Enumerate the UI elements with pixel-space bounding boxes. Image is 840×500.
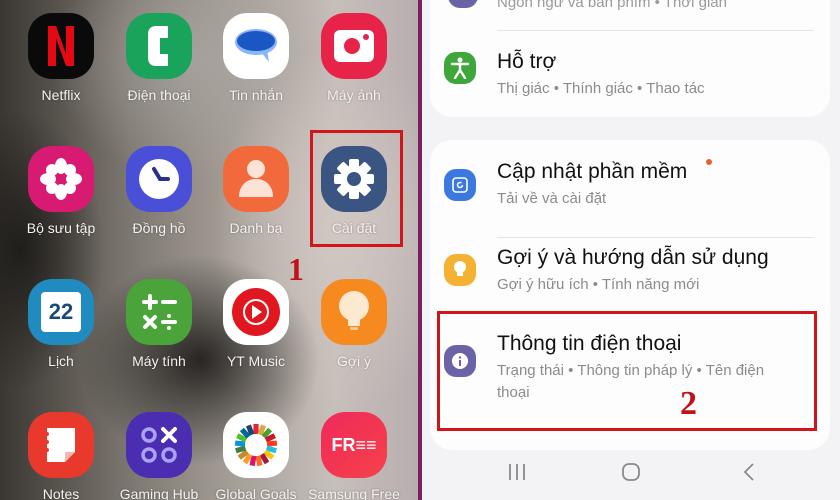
gallery-icon <box>28 146 94 212</box>
step-label-2: 2 <box>680 385 697 422</box>
app-label: Global Goals <box>215 486 297 500</box>
app-global-goals[interactable]: Global Goals <box>210 412 302 500</box>
phone-icon <box>126 13 192 79</box>
item-subtitle: Tải về và cài đặt <box>497 190 607 207</box>
step-label-1: 1 <box>288 251 304 287</box>
app-label: Gợi ý <box>336 353 372 369</box>
sdg-wheel <box>234 424 278 467</box>
app-label: Danh bạ <box>229 220 283 236</box>
app-tips[interactable]: Gợi ý <box>308 279 400 369</box>
app-label: Samsung Free <box>308 486 400 500</box>
settings-item-accessibility[interactable]: Hỗ trợ Thị giác • Thính giác • Thao tác <box>430 40 830 110</box>
yt-music-icon <box>223 279 289 345</box>
app-calendar[interactable]: 22 Lịch <box>15 279 107 369</box>
global-goals-icon <box>223 412 289 478</box>
tips-icon <box>444 254 476 286</box>
contacts-icon <box>223 146 289 212</box>
sdg-segment <box>266 440 278 447</box>
item-subtitle: Gợi ý hữu ích • Tính năng mới <box>497 276 700 293</box>
samsung-free-icon: FR≡≡ <box>321 412 387 478</box>
calendar-icon: 22 <box>28 279 94 345</box>
item-title: Hỗ trợ <box>497 50 557 73</box>
gaming-hub-icon <box>126 412 192 478</box>
app-camera[interactable]: Máy ảnh <box>308 13 400 103</box>
tips-bulb-icon <box>321 279 387 345</box>
settings-panel: Ngôn ngữ và bàn phím • Thời gian Hỗ trợ … <box>422 0 840 500</box>
app-yt-music[interactable]: YT Music <box>210 279 302 369</box>
item-title: Gợi ý và hướng dẫn sử dụng <box>497 246 769 269</box>
app-label: Lịch <box>48 353 74 369</box>
settings-card-general: Ngôn ngữ và bàn phím • Thời gian Hỗ trợ … <box>430 0 830 117</box>
app-calculator[interactable]: Máy tính <box>113 279 205 369</box>
item-subtitle: Thị giác • Thính giác • Thao tác <box>497 80 705 97</box>
app-notes[interactable]: Notes <box>15 412 107 500</box>
app-contacts[interactable]: Danh bạ <box>210 146 302 236</box>
samsung-free-glyph: FR≡≡ <box>331 434 377 455</box>
app-label: Máy tính <box>132 353 186 369</box>
app-label: Notes <box>42 486 80 500</box>
netflix-icon <box>28 13 94 79</box>
home-screen-panel: Netflix Điện thoại Tin nhắn Máy ảnh Bộ s… <box>0 0 418 500</box>
app-label: Netflix <box>41 87 81 103</box>
sdg-segment <box>253 424 259 434</box>
app-label: Tin nhắn <box>229 87 283 103</box>
highlight-box-about-phone <box>437 311 817 431</box>
messages-icon <box>223 13 289 79</box>
app-label: Điện thoại <box>127 87 191 103</box>
recents-button[interactable] <box>497 454 537 490</box>
app-clock[interactable]: Đồng hồ <box>113 146 205 236</box>
recents-icon <box>509 464 525 480</box>
settings-item-software-update[interactable]: Cập nhật phần mềm Tải về và cài đặt <box>430 140 830 220</box>
calendar-date: 22 <box>41 292 81 332</box>
app-label: Gaming Hub <box>119 486 199 500</box>
app-label: Máy ảnh <box>327 87 381 103</box>
settings-item-tips[interactable]: Gợi ý và hướng dẫn sử dụng Gợi ý hữu ích… <box>430 238 830 318</box>
app-netflix[interactable]: Netflix <box>15 13 107 103</box>
app-gallery[interactable]: Bộ sưu tập <box>15 146 107 236</box>
app-label: Đồng hồ <box>132 220 186 236</box>
update-dot-badge <box>706 159 712 165</box>
accessibility-icon <box>444 52 476 84</box>
back-icon <box>743 463 754 481</box>
back-button[interactable] <box>729 454 769 490</box>
camera-icon <box>321 13 387 79</box>
highlight-box-settings <box>310 130 403 247</box>
calculator-icon <box>126 279 192 345</box>
item-title: Cập nhật phần mềm <box>497 160 688 183</box>
settings-item-general-management[interactable]: Ngôn ngữ và bàn phím • Thời gian <box>430 0 830 20</box>
home-button[interactable] <box>611 454 651 490</box>
app-phone[interactable]: Điện thoại <box>113 13 205 103</box>
clock-icon <box>126 146 192 212</box>
item-subtitle: Ngôn ngữ và bàn phím • Thời gian <box>497 0 727 11</box>
software-update-icon <box>444 169 476 201</box>
navigation-bar <box>422 442 840 500</box>
app-label: YT Music <box>226 353 286 369</box>
app-samsung-free[interactable]: FR≡≡ Samsung Free <box>308 412 400 500</box>
notes-icon <box>28 412 94 478</box>
app-label: Bộ sưu tập <box>26 220 96 236</box>
app-gaming-hub[interactable]: Gaming Hub <box>113 412 205 500</box>
app-messages[interactable]: Tin nhắn <box>210 13 302 103</box>
home-icon <box>622 463 640 481</box>
separator <box>497 30 814 31</box>
